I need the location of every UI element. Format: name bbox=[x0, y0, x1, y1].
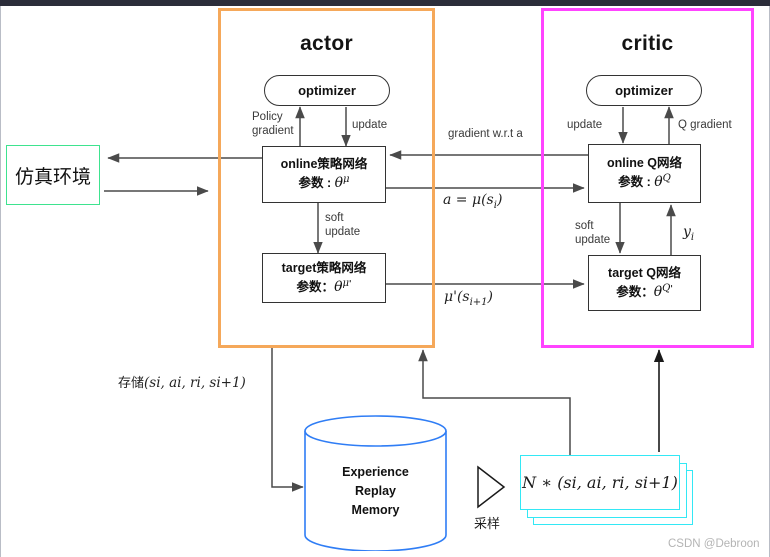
actor-target-net-line2: 参数：θμ' bbox=[296, 277, 352, 295]
environment-box: 仿真环境 bbox=[6, 145, 100, 205]
actor-soft-update-label: soft update bbox=[325, 212, 361, 239]
critic-title: critic bbox=[621, 32, 674, 55]
target-action-label: μ'(si+1) bbox=[444, 289, 494, 308]
critic-optimizer-label: optimizer bbox=[615, 83, 673, 98]
critic-online-net-line2: 参数 : θQ bbox=[618, 173, 671, 191]
actor-optimizer-label: optimizer bbox=[298, 83, 356, 98]
sample-label: 采样 bbox=[474, 517, 501, 532]
actor-online-net-line1: online策略网络 bbox=[280, 157, 368, 172]
actor-target-policy-network[interactable]: target策略网络 参数：θμ' bbox=[262, 253, 386, 303]
gradient-wrt-a-label: gradient w.r.t a bbox=[448, 128, 523, 140]
actor-update-label: update bbox=[352, 119, 388, 131]
replay-memory-line2: Replay bbox=[355, 483, 396, 498]
actor-online-policy-network[interactable]: online策略网络 参数 : θμ bbox=[262, 146, 386, 203]
critic-online-net-line1: online Q网络 bbox=[606, 156, 682, 171]
critic-target-net-line2: 参数：θQ' bbox=[616, 282, 673, 300]
actor-title: actor bbox=[300, 32, 353, 55]
critic-q-gradient-label: Q gradient bbox=[678, 119, 732, 131]
critic-optimizer[interactable]: optimizer bbox=[586, 75, 702, 106]
critic-online-q-network[interactable]: online Q网络 参数 : θQ bbox=[588, 144, 701, 203]
critic-update-label: update bbox=[567, 119, 603, 131]
store-transition-label: 存储(si, ai, ri, si+1) bbox=[118, 375, 246, 391]
action-label: a = μ(si) bbox=[443, 192, 503, 211]
actor-policy-gradient-label: Policy gradient bbox=[252, 111, 294, 138]
actor-online-net-line2: 参数 : θμ bbox=[298, 174, 350, 192]
experience-replay-memory[interactable]: Experience Replay Memory bbox=[303, 415, 448, 552]
critic-yi-label: yi bbox=[683, 224, 695, 243]
replay-memory-line1: Experience bbox=[342, 465, 409, 479]
actor-target-net-line1: target策略网络 bbox=[281, 260, 367, 275]
replay-memory-line3: Memory bbox=[351, 502, 400, 517]
minibatch-box[interactable]: N ∗ (si, ai, ri, si+1) bbox=[520, 455, 680, 510]
critic-target-q-network[interactable]: target Q网络 参数：θQ' bbox=[588, 255, 701, 311]
diagram-canvas: 仿真环境 actor optimizer online策略网络 参数 : θμ … bbox=[0, 0, 770, 557]
sample-triangle-icon bbox=[477, 465, 506, 509]
watermark: CSDN @Debroon bbox=[668, 538, 760, 550]
critic-target-net-line1: target Q网络 bbox=[608, 265, 681, 280]
minibatch-label: N ∗ (si, ai, ri, si+1) bbox=[522, 473, 678, 492]
replay-memory-label: Experience Replay Memory bbox=[303, 463, 448, 519]
critic-soft-update-label: soft update bbox=[575, 220, 611, 247]
environment-label: 仿真环境 bbox=[14, 166, 91, 188]
actor-optimizer[interactable]: optimizer bbox=[264, 75, 390, 106]
